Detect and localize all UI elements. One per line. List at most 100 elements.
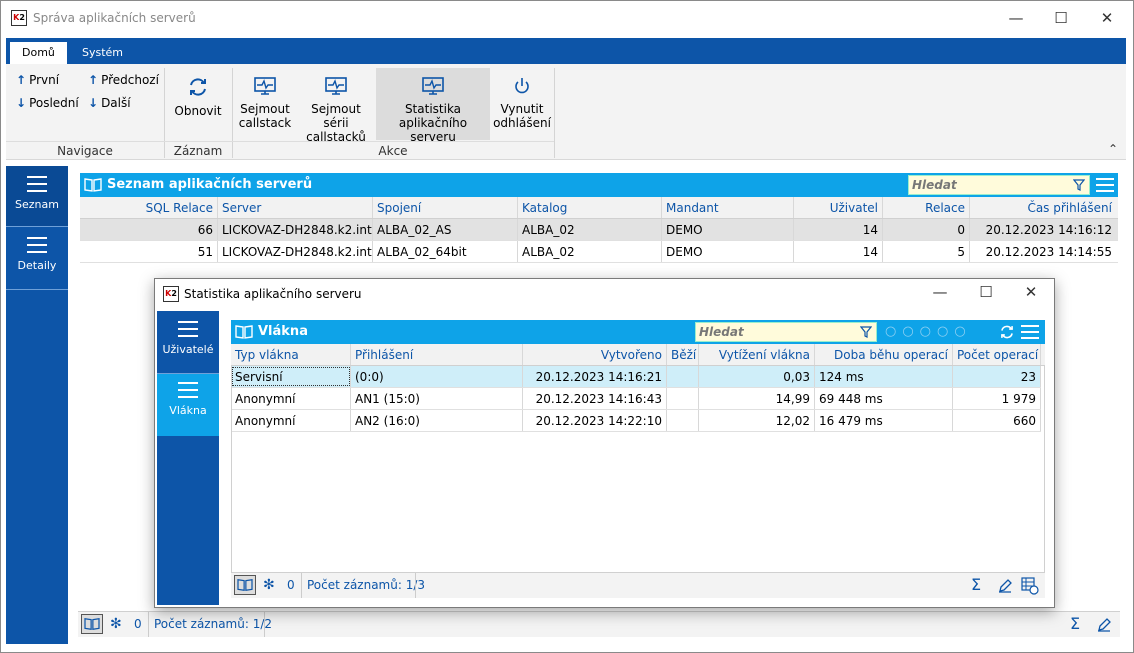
- group-label-navigace: Navigace: [6, 141, 164, 158]
- ribbon-separator: [554, 68, 555, 158]
- col-uzivatel[interactable]: Uživatel: [794, 197, 883, 218]
- col-server[interactable]: Server: [218, 197, 373, 218]
- col-spojeni[interactable]: Spojení: [373, 197, 518, 218]
- minimize-button[interactable]: —: [993, 1, 1039, 35]
- col-prihlaseni[interactable]: Přihlášení: [351, 344, 523, 365]
- threads-grid-title: Vlákna: [258, 324, 308, 339]
- dialog-title-bar: K2 Statistika aplikačního serveru — ☐ ✕: [155, 279, 1054, 309]
- maximize-button[interactable]: ☐: [1038, 1, 1084, 35]
- dialog-title: Statistika aplikačního serveru: [184, 287, 362, 301]
- threads-column-headers: Typ vlákna Přihlášení Vytvořeno Běží Vyt…: [231, 344, 1045, 366]
- hamburger-icon[interactable]: [1096, 178, 1114, 192]
- col-bezi[interactable]: Běží: [667, 344, 699, 365]
- status-divider: [301, 573, 302, 598]
- table-row[interactable]: Anonymní AN1 (15:0) 20.12.2023 14:16:43 …: [231, 388, 1041, 410]
- nav-item-vlakna[interactable]: Vlákna: [157, 374, 219, 436]
- main-grid-title: Seznam aplikačních serverů: [107, 177, 313, 192]
- arrow-up-icon: ↑: [88, 73, 99, 87]
- book-icon: [235, 325, 253, 339]
- table-settings-icon[interactable]: [1021, 577, 1039, 595]
- nav-item-detaily[interactable]: Detaily: [6, 227, 68, 289]
- col-cas-prihlaseni[interactable]: Čas přihlášení: [970, 197, 1116, 218]
- col-relace[interactable]: Relace: [883, 197, 970, 218]
- window-title: Správa aplikačních serverů: [33, 11, 196, 25]
- dialog-minimize-button[interactable]: —: [917, 277, 963, 307]
- main-search-input[interactable]: Hledat: [908, 175, 1090, 195]
- col-katalog[interactable]: Katalog: [518, 197, 662, 218]
- refresh-button[interactable]: Obnovit: [168, 76, 228, 118]
- book-icon: [84, 618, 100, 630]
- ribbon-tab-strip: Domů Systém: [6, 38, 1126, 64]
- book-icon: [237, 579, 253, 591]
- col-doba-behu[interactable]: Doba běhu operací: [815, 344, 953, 365]
- status-divider: [264, 612, 265, 637]
- table-row[interactable]: 66 LICKOVAZ-DH2848.k2.int ALBA_02_AS ALB…: [80, 219, 1118, 241]
- server-statistics-button[interactable]: Statistika aplikačního serveru: [376, 68, 490, 144]
- frozen-count: 0: [134, 617, 142, 631]
- group-label-akce: Akce: [232, 141, 554, 158]
- col-vytizeni[interactable]: Vytížení vlákna: [699, 344, 815, 365]
- monitor-pulse-icon: [422, 77, 444, 95]
- threads-grid-header: Vlákna Hledat ○○○○○: [231, 320, 1045, 344]
- book-view-toggle[interactable]: [234, 575, 256, 595]
- threads-search-input[interactable]: Hledat: [695, 322, 877, 342]
- main-status-bar: ✻ 0 Počet záznamů: 1/2 Σ: [78, 611, 1120, 637]
- arrow-down-icon: ↓: [88, 96, 99, 110]
- force-logout-button[interactable]: Vynutit odhlášení: [492, 76, 552, 130]
- frozen-count: 0: [287, 578, 295, 592]
- group-label-zaznam: Záznam: [164, 141, 232, 158]
- nav-item-seznam[interactable]: Seznam: [6, 166, 68, 226]
- k2-logo-icon: K2: [11, 10, 27, 26]
- list-icon: [178, 321, 198, 337]
- callstack-series-button[interactable]: Sejmout sérii callstacků: [298, 76, 374, 144]
- callstack-button[interactable]: Sejmout callstack: [236, 76, 294, 130]
- refresh-icon: [190, 78, 206, 96]
- table-row[interactable]: Anonymní AN2 (16:0) 20.12.2023 14:22:10 …: [231, 410, 1041, 432]
- pencil-icon[interactable]: [997, 578, 1013, 594]
- last-button[interactable]: ↓ Poslední: [16, 96, 79, 110]
- col-sql-relace[interactable]: SQL Relace: [80, 197, 218, 218]
- sigma-icon[interactable]: Σ: [1070, 612, 1080, 637]
- book-icon: [84, 178, 102, 192]
- hamburger-icon[interactable]: [1021, 325, 1039, 339]
- arrow-down-icon: ↓: [16, 96, 27, 110]
- status-divider: [148, 612, 149, 637]
- book-view-toggle[interactable]: [81, 614, 103, 634]
- main-grid-header: Seznam aplikačních serverů Hledat: [80, 173, 1118, 197]
- previous-button[interactable]: ↑ Předchozí: [88, 73, 159, 87]
- monitor-pulse-icon: [254, 77, 276, 95]
- funnel-icon[interactable]: [860, 326, 872, 338]
- dialog-status-bar: ✻ 0 Počet záznamů: 1/3 Σ: [231, 572, 1045, 598]
- dialog-close-button[interactable]: ✕: [1008, 277, 1054, 307]
- pencil-icon[interactable]: [1096, 617, 1112, 633]
- tab-domu[interactable]: Domů: [10, 42, 67, 64]
- table-row[interactable]: 51 LICKOVAZ-DH2848.k2.int ALBA_02_64bit …: [80, 241, 1118, 263]
- dialog-maximize-button[interactable]: ☐: [963, 277, 1009, 307]
- col-typ-vlakna[interactable]: Typ vlákna: [231, 344, 351, 365]
- power-icon: [515, 78, 529, 94]
- first-button[interactable]: ↑ První: [16, 73, 59, 87]
- nav-item-uzivatele[interactable]: Uživatelé: [157, 311, 219, 373]
- col-mandant[interactable]: Mandant: [662, 197, 794, 218]
- table-row[interactable]: Servisní (0:0) 20.12.2023 14:16:21 0,03 …: [231, 366, 1041, 388]
- status-divider: [415, 573, 416, 598]
- list-icon: [27, 176, 47, 192]
- collapse-ribbon-icon[interactable]: ⌃: [1108, 142, 1118, 156]
- refresh-icon[interactable]: [999, 324, 1015, 340]
- col-vytvoreno[interactable]: Vytvořeno: [523, 344, 667, 365]
- main-grid-column-headers: SQL Relace Server Spojení Katalog Mandan…: [80, 197, 1118, 219]
- snowflake-icon[interactable]: ✻: [263, 573, 275, 598]
- next-button[interactable]: ↓ Další: [88, 96, 131, 110]
- monitor-pulse-icon: [325, 77, 347, 95]
- nav-divider: [6, 289, 68, 290]
- snowflake-icon[interactable]: ✻: [110, 612, 122, 637]
- sigma-icon[interactable]: Σ: [971, 573, 981, 598]
- ribbon: ↑ První ↑ Předchozí ↓ Poslední ↓ Další Navig…: [6, 64, 1126, 160]
- funnel-icon[interactable]: [1073, 179, 1085, 191]
- details-list-icon: [27, 237, 47, 253]
- record-count: Počet záznamů: 1/3: [307, 578, 426, 592]
- col-pocet-operaci[interactable]: Počet operací: [953, 344, 1041, 365]
- k2-logo-icon: K2: [163, 286, 179, 302]
- tab-system[interactable]: Systém: [70, 42, 135, 64]
- close-button[interactable]: ✕: [1084, 1, 1130, 35]
